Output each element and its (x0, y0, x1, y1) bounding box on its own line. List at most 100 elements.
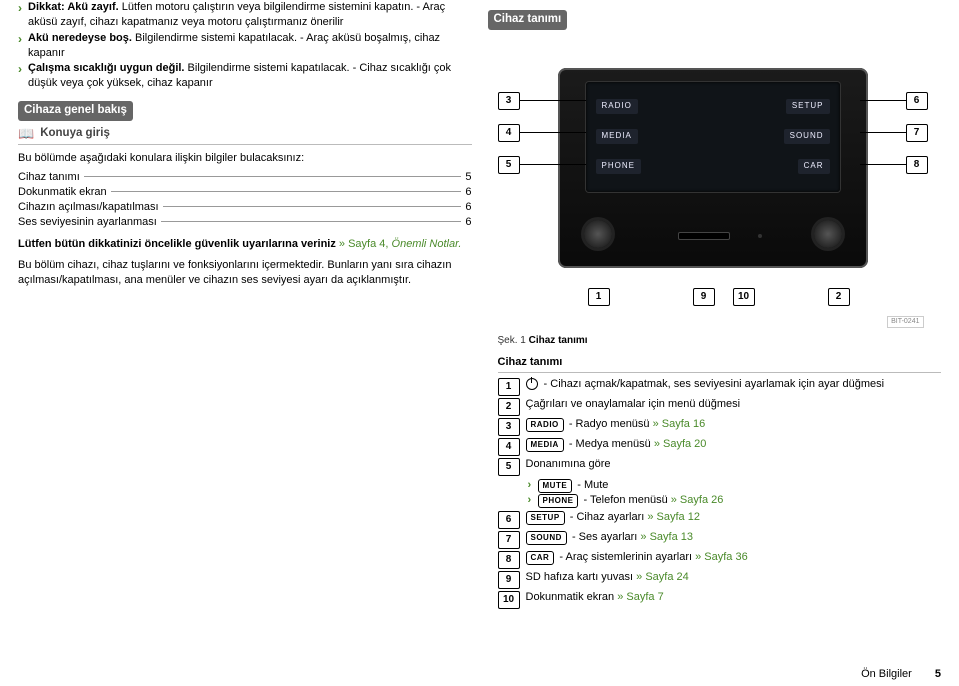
legend-num: 3 (498, 418, 520, 436)
callout-1: 1 (588, 288, 610, 306)
button-label-icon: RADIO (526, 418, 564, 432)
legend-text: - Cihazı açmak/kapatmak, ses seviyesini … (526, 377, 885, 392)
toc-row: Cihaz tanımı 5 (18, 170, 472, 185)
legend-sub-item: MUTE - Mute (528, 478, 942, 493)
knob-right (814, 220, 842, 248)
page-ref: » Sayfa 20 (651, 438, 707, 450)
callout-number: 4 (498, 124, 520, 142)
callout-6: 6 (860, 92, 928, 110)
legend-sublist: MUTE - Mute PHONE - Telefon menüsü » Say… (528, 478, 942, 508)
button-label-icon: PHONE (538, 494, 579, 508)
callout-number: 6 (906, 92, 928, 110)
legend-num: 1 (498, 378, 520, 396)
legend-num: 5 (498, 458, 520, 476)
power-icon (526, 378, 538, 390)
device-figure: RADIO MEDIA PHONE SETUP SOUND CAR (498, 50, 928, 330)
legend-row: 5Donanımına göre (498, 457, 942, 476)
bullet-lead: Çalışma sıcaklığı uygun değil. (28, 62, 185, 74)
page-ref: » Sayfa 36 (692, 551, 748, 563)
legend-text: SD hafıza kartı yuvası » Sayfa 24 (526, 570, 689, 585)
legend-num: 2 (498, 398, 520, 416)
page-ref: » Sayfa 16 (650, 418, 706, 430)
softkey-phone: PHONE (596, 159, 641, 174)
callout-8: 8 (860, 156, 928, 174)
toc-dots (84, 176, 462, 177)
safety-warning-line: Lütfen bütün dikkatinizi öncelikle güven… (18, 237, 472, 252)
callout-10: 10 (733, 288, 755, 306)
legend-row: 8 CAR - Araç sistemlerinin ayarları » Say… (498, 550, 942, 569)
legend-row: 10 Dokunmatik ekran » Sayfa 7 (498, 590, 942, 609)
legend-text: Çağrıları ve onaylamalar için menü düğme… (526, 397, 741, 412)
legend-row: 9SD hafıza kartı yuvası » Sayfa 24 (498, 570, 942, 589)
toc-row: Dokunmatik ekran6 (18, 185, 472, 200)
button-label-icon: CAR (526, 551, 555, 565)
topic-toc: Cihaz tanımı 5 Dokunmatik ekran6 Cihazın … (18, 170, 472, 229)
legend-num: 8 (498, 551, 520, 569)
bullet-lead: Akü neredeyse boş. (28, 32, 132, 44)
legend-text: Dokunmatik ekran » Sayfa 7 (526, 590, 664, 605)
legend-num: 7 (498, 531, 520, 549)
legend-title: Cihaz tanımı (498, 355, 942, 373)
intro-text: Bu bölümde aşağıdaki konulara ilişkin bi… (18, 151, 472, 166)
footer-page-number: 5 (935, 668, 941, 680)
callout-number: 8 (906, 156, 928, 174)
callout-5: 5 (498, 156, 586, 174)
legend-text: MEDIA - Medya menüsü » Sayfa 20 (526, 437, 707, 452)
figure-title: Cihaz tanımı (529, 335, 588, 346)
figure-caption: Şek. 1 Cihaz tanımı (498, 334, 942, 348)
toc-label: Ses seviyesinin ayarlanması (18, 215, 157, 230)
callout-number: 3 (498, 92, 520, 110)
figure-code: BIT-0241 (887, 316, 923, 327)
callout-number: 9 (693, 288, 715, 306)
page-ref: » Sayfa 7 (614, 591, 664, 603)
button-label-icon: MEDIA (526, 438, 564, 452)
softkey-media: MEDIA (596, 129, 638, 144)
toc-dots (161, 221, 462, 222)
legend-text: SETUP - Cihaz ayarları » Sayfa 12 (526, 510, 700, 525)
legend-sub-item: PHONE - Telefon menüsü » Sayfa 26 (528, 493, 942, 508)
toc-row: Cihazın açılması/kapatılması 6 (18, 200, 472, 215)
legend-num: 4 (498, 438, 520, 456)
warn-lead: Lütfen bütün dikkatinizi öncelikle güven… (18, 238, 336, 250)
legend-num: 10 (498, 591, 520, 609)
warning-bullets: Dikkat: Akü zayıf. Lütfen motoru çalıştı… (18, 0, 472, 91)
screen-center (666, 82, 760, 192)
toc-page: 6 (465, 200, 471, 215)
device-heading: Cihaz tanımı (488, 10, 568, 30)
callout-number: 5 (498, 156, 520, 174)
bullet-item: Çalışma sıcaklığı uygun değil. Bilgilend… (18, 61, 472, 91)
reset-pinhole (758, 234, 762, 238)
legend-row: 1 - Cihazı açmak/kapatmak, ses seviyesin… (498, 377, 942, 396)
bullet-lead: Dikkat: Akü zayıf. (28, 1, 119, 13)
callout-9: 9 (693, 288, 715, 306)
toc-page: 5 (465, 170, 471, 185)
callout-number: 2 (828, 288, 850, 306)
section-description: Bu bölüm cihazı, cihaz tuşlarını ve fonk… (18, 258, 472, 288)
legend-row: 4 MEDIA - Medya menüsü » Sayfa 20 (498, 437, 942, 456)
callout-4: 4 (498, 124, 586, 142)
page-ref: » Sayfa 26 (668, 494, 724, 506)
toc-label: Cihazın açılması/kapatılması (18, 200, 159, 215)
callout-3: 3 (498, 92, 586, 110)
callout-2: 2 (828, 288, 850, 306)
toc-label: Cihaz tanımı (18, 170, 80, 185)
figure-number: Şek. 1 (498, 335, 529, 346)
footer-section: Ön Bilgiler (861, 668, 912, 680)
legend-num: 6 (498, 511, 520, 529)
softkey-car: CAR (798, 159, 830, 174)
toc-dots (111, 191, 462, 192)
sd-slot (678, 232, 730, 240)
legend-text: CAR - Araç sistemlerinin ayarları » Sayf… (526, 550, 748, 565)
page-ref: » Sayfa 13 (637, 531, 693, 543)
button-label-icon: SOUND (526, 531, 567, 545)
page-ref: » Sayfa 24 (633, 571, 689, 583)
callout-7: 7 (860, 124, 928, 142)
legend-row: 7SOUND - Ses ayarları » Sayfa 13 (498, 530, 942, 549)
button-label-icon: MUTE (538, 479, 573, 493)
legend-text: RADIO - Radyo menüsü » Sayfa 16 (526, 417, 706, 432)
knob-left (584, 220, 612, 248)
softkey-setup: SETUP (786, 99, 830, 114)
warn-tail: Önemli Notlar. (392, 238, 462, 250)
legend-row: 6 SETUP - Cihaz ayarları » Sayfa 12 (498, 510, 942, 529)
legend-row: 2 Çağrıları ve onaylamalar için menü düğm… (498, 397, 942, 416)
